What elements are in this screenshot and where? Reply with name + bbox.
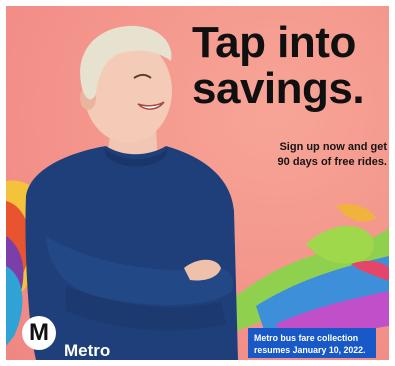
metro-wordmark: Metro (64, 341, 111, 360)
fare-collection-notice: Metro bus fare collection resumes Januar… (248, 328, 376, 358)
headline-line-2: savings. (192, 64, 365, 113)
subheading: Sign up now and get 90 days of free ride… (262, 140, 387, 170)
headline-line-1: Tap into (192, 18, 356, 67)
headline: Tap into savings. (192, 20, 382, 112)
notice-line-1: Metro bus fare collection (254, 333, 359, 343)
subheading-line-1: Sign up now and get (279, 141, 387, 153)
notice-line-2: resumes January 10, 2022. (254, 345, 366, 355)
subheading-line-2: 90 days of free rides. (277, 156, 387, 168)
logo-letter: M (29, 319, 49, 346)
metro-logo-icon: M (22, 316, 56, 350)
metro-ad-banner[interactable]: Tap into savings. Sign up now and get 90… (6, 6, 389, 360)
